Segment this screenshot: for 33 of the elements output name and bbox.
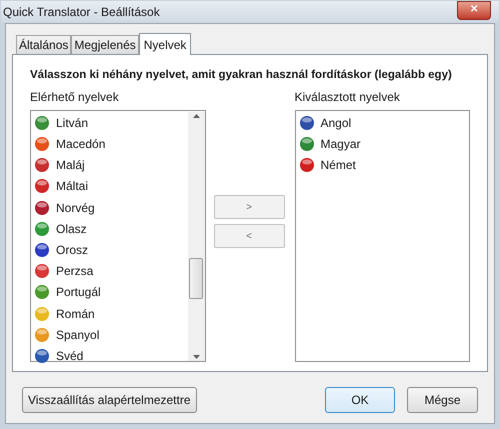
window-title: Quick Translator - Beállítások xyxy=(2,4,161,21)
move-button[interactable]: > xyxy=(214,195,284,220)
language-item[interactable]: Litván xyxy=(56,114,88,132)
scrollbar[interactable] xyxy=(188,112,204,362)
language-item[interactable]: Norvég xyxy=(56,198,95,217)
scroll-up-icon[interactable] xyxy=(192,114,200,118)
list-label: Kiválasztott nyelvek xyxy=(294,89,401,106)
language-item[interactable]: Angol xyxy=(320,114,352,132)
language-list[interactable]: Litván Macedón Maláj Máltai Norvég Olasz Orosz Perzsa Portugál Román Spanyol Svéd xyxy=(30,110,206,362)
language-item[interactable]: Magyar xyxy=(320,135,361,154)
cancel-button[interactable]: Mégse xyxy=(407,387,478,413)
tab[interactable]: Általános xyxy=(16,35,72,54)
reset-button[interactable]: Visszaállítás alapértelmezettre xyxy=(22,387,197,413)
language-item[interactable]: Román xyxy=(56,304,95,323)
tab[interactable]: Nyelvek xyxy=(138,33,192,55)
ok-button[interactable]: OK xyxy=(325,387,395,413)
language-item[interactable]: Svéd xyxy=(56,346,84,365)
language-item[interactable]: Német xyxy=(320,156,356,174)
tab[interactable]: Megjelenés xyxy=(71,35,139,54)
language-item[interactable]: Orosz xyxy=(56,240,88,259)
scroll-thumb[interactable] xyxy=(188,258,202,300)
move-button[interactable]: < xyxy=(214,224,284,248)
language-item[interactable]: Spanyol xyxy=(56,326,100,344)
language-list[interactable]: Angol Magyar Német xyxy=(294,110,470,362)
language-item[interactable]: Perzsa xyxy=(56,262,94,280)
language-item[interactable]: Maláj xyxy=(56,156,85,174)
language-item[interactable]: Portugál xyxy=(56,283,101,302)
list-label: Elérhető nyelvek xyxy=(30,89,120,106)
scroll-down-icon[interactable] xyxy=(192,355,200,360)
language-item[interactable]: Máltai xyxy=(56,177,88,196)
language-item[interactable]: Macedón xyxy=(56,135,106,154)
language-item[interactable]: Olasz xyxy=(56,220,87,238)
instruction-text: Válasszon ki néhány nyelvet, amit gyakran használ fordításkor (legalább egy) xyxy=(30,68,453,83)
